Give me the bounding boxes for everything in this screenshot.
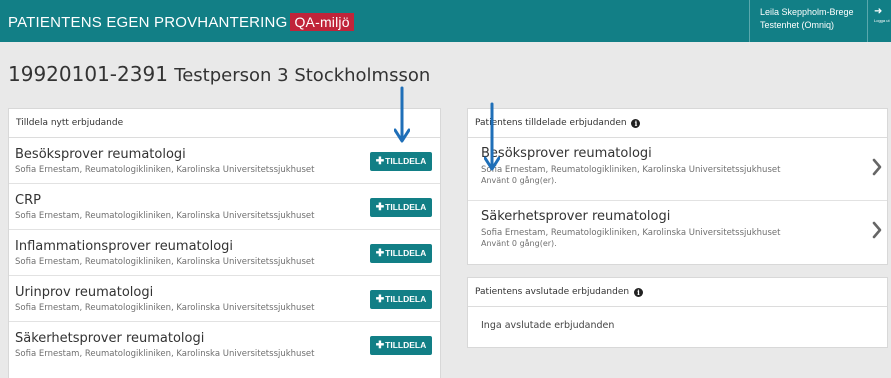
annotation-arrow-down-icon	[394, 86, 410, 143]
assign-button[interactable]: ✚TILLDELA	[370, 198, 432, 217]
patient-name: Testperson 3 Stockholmsson	[174, 65, 431, 86]
offer-row: Besöksprover reumatologi Sofia Ernestam, …	[9, 138, 440, 184]
assigned-offers-panel: Patientens tilldelade erbjudanden i Besö…	[467, 108, 888, 265]
user-name: Leila Skeppholm-Brege	[760, 7, 854, 17]
panel-title: Patientens avslutade erbjudanden	[475, 287, 630, 297]
offer-row: CRP Sofia Ernestam, Reumatologikliniken, …	[9, 184, 440, 230]
plus-icon: ✚	[375, 340, 385, 351]
offer-list: Besöksprover reumatologi Sofia Ernestam, …	[9, 138, 440, 368]
user-info[interactable]: Leila Skeppholm-Brege Testenhet (Omniq)	[749, 0, 867, 42]
assigned-list: Besöksprover reumatologi Sofia Ernestam, …	[468, 138, 887, 264]
plus-icon: ✚	[375, 248, 385, 259]
panel-header: Patientens tilldelade erbjudanden i	[468, 109, 887, 138]
chevron-right-icon[interactable]	[872, 221, 882, 239]
user-unit: Testenhet (Omniq)	[760, 20, 835, 30]
assign-button[interactable]: ✚TILLDELA	[370, 336, 432, 355]
offer-row: Inflammationsprover reumatologi Sofia Ern…	[9, 230, 440, 276]
assign-button[interactable]: ✚TILLDELA	[370, 290, 432, 309]
assign-button-label: TILLDELA	[385, 202, 427, 212]
plus-icon: ✚	[375, 294, 385, 305]
logout-button[interactable]: ➜ Logga ut	[867, 0, 891, 42]
assigned-offer-row[interactable]: Besöksprover reumatologi Sofia Ernestam, …	[468, 138, 887, 201]
assigned-offer-provider: Sofia Ernestam, Reumatologikliniken, Kar…	[481, 165, 781, 175]
assign-button-label: TILLDELA	[385, 248, 427, 258]
info-icon[interactable]: i	[633, 288, 643, 297]
assigned-offer-row[interactable]: Säkerhetsprover reumatologi Sofia Ernesta…	[468, 201, 887, 264]
annotation-arrow-down-icon	[484, 102, 500, 171]
assigned-offer-name: Besöksprover reumatologi	[481, 146, 652, 161]
top-bar: PATIENTENS EGEN PROVHANTERING QA-miljö Le…	[0, 0, 891, 42]
patient-id: 19920101-2391	[8, 62, 168, 86]
assign-button-label: TILLDELA	[385, 294, 427, 304]
empty-state-text: Inga avslutade erbjudanden	[481, 320, 615, 331]
app-title: PATIENTENS EGEN PROVHANTERING	[8, 14, 288, 31]
info-icon[interactable]: i	[631, 119, 641, 128]
environment-badge: QA-miljö	[290, 13, 354, 31]
app-brand[interactable]: PATIENTENS EGEN PROVHANTERING QA-miljö	[8, 13, 354, 31]
chevron-right-icon[interactable]	[872, 158, 882, 176]
panel-header: Patientens avslutade erbjudanden i	[468, 278, 887, 307]
assign-button[interactable]: ✚TILLDELA	[370, 244, 432, 263]
assign-button-label: TILLDELA	[385, 156, 427, 166]
offer-row: Urinprov reumatologi Sofia Ernestam, Reum…	[9, 276, 440, 322]
usage-count: Använt 0 gång(er).	[481, 176, 557, 185]
logout-label: Logga ut	[874, 18, 890, 23]
assigned-offer-provider: Sofia Ernestam, Reumatologikliniken, Kar…	[481, 228, 781, 238]
plus-icon: ✚	[375, 202, 385, 213]
finished-offers-panel: Patientens avslutade erbjudanden i Inga …	[467, 277, 888, 348]
offer-row: Säkerhetsprover reumatologi Sofia Ernesta…	[9, 322, 440, 368]
plus-icon: ✚	[375, 156, 385, 167]
assign-button-label: TILLDELA	[385, 340, 427, 350]
assign-offer-panel: Tilldela nytt erbjudande Besöksprover re…	[8, 108, 441, 378]
logout-icon: ➜	[874, 6, 883, 17]
assigned-offer-name: Säkerhetsprover reumatologi	[481, 209, 671, 224]
page-title: 19920101-2391 Testperson 3 Stockholmsson	[8, 62, 430, 86]
assign-button[interactable]: ✚TILLDELA	[370, 152, 432, 171]
usage-count: Använt 0 gång(er).	[481, 239, 557, 248]
panel-header: Tilldela nytt erbjudande	[9, 109, 440, 138]
